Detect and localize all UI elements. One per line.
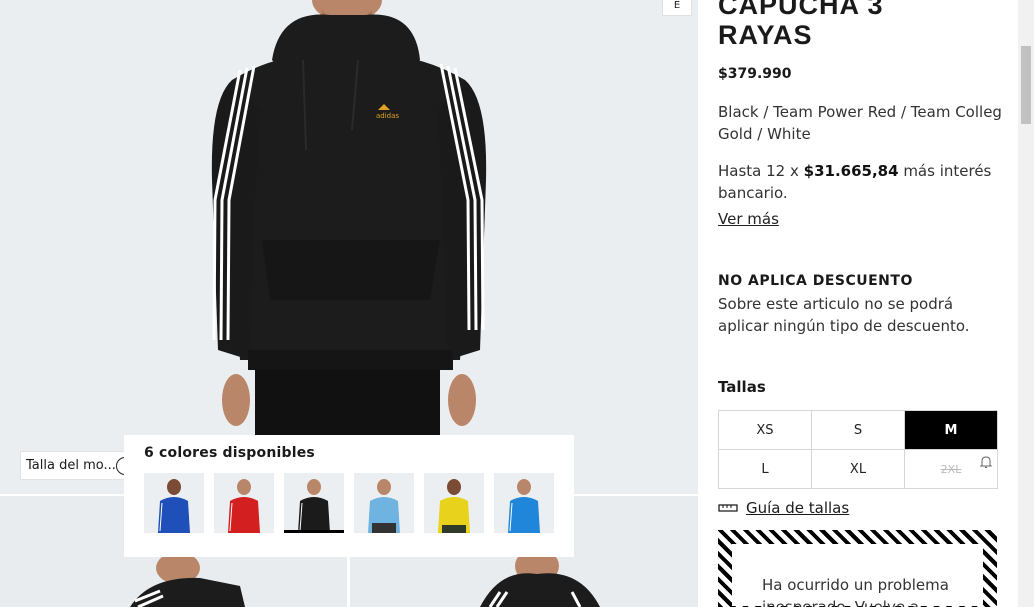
- size-option-l[interactable]: L: [719, 450, 812, 489]
- main-product-image[interactable]: adidas E Talla del mo...: [0, 0, 698, 494]
- size-grid: XS S M L XL 2XL: [718, 410, 998, 489]
- error-message: Ha ocurrido un problema inesperado. Vuel…: [732, 544, 983, 607]
- size-option-2xl-label: 2XL: [940, 462, 962, 476]
- size-option-m[interactable]: M: [905, 411, 998, 450]
- color-swatch-red[interactable]: [214, 473, 274, 533]
- installments-amount: $31.665,84: [803, 162, 899, 180]
- colors-title: 6 colores disponibles: [144, 445, 315, 461]
- size-option-xs[interactable]: XS: [719, 411, 812, 450]
- product-title: CAPUCHA 3 RAYAS: [718, 0, 884, 50]
- color-swatch-yellow[interactable]: [424, 473, 484, 533]
- ver-mas-link[interactable]: Ver más: [718, 210, 779, 228]
- hoodie-illustration: adidas: [211, 0, 487, 494]
- product-info-panel: CAPUCHA 3 RAYAS $379.990 Black / Team Po…: [698, 0, 1018, 607]
- no-discount-title: NO APLICA DESCUENTO: [718, 273, 913, 289]
- product-gallery: adidas E Talla del mo... 6 colores dispo…: [0, 0, 698, 607]
- product-title-line2: RAYAS: [718, 20, 813, 50]
- product-price: $379.990: [718, 66, 792, 82]
- size-guide-label: Guía de tallas: [746, 499, 850, 517]
- scrollbar-thumb[interactable]: [1021, 46, 1031, 124]
- image-tag[interactable]: E: [662, 0, 692, 16]
- ruler-icon: [718, 504, 738, 512]
- size-guide-link[interactable]: Guía de tallas: [718, 499, 849, 517]
- color-swatch-bright-blue[interactable]: [494, 473, 554, 533]
- model-size-button[interactable]: Talla del mo...: [20, 451, 136, 480]
- color-swatch-blue[interactable]: [144, 473, 204, 533]
- bell-icon: [979, 456, 993, 468]
- color-swatch-light-blue[interactable]: [354, 473, 414, 533]
- model-size-label: Talla del mo...: [26, 458, 116, 473]
- page-scrollbar[interactable]: [1018, 0, 1034, 607]
- svg-text:adidas: adidas: [376, 112, 399, 120]
- color-swatches: [144, 473, 554, 533]
- no-discount-text: Sobre este articulo no se podrá aplicar …: [718, 295, 970, 335]
- color-swatch-black[interactable]: [284, 473, 344, 533]
- size-option-2xl[interactable]: 2XL: [905, 450, 998, 489]
- size-option-s[interactable]: S: [812, 411, 905, 450]
- size-option-xl[interactable]: XL: [812, 450, 905, 489]
- color-description: Black / Team Power Red / Team Colleg Gol…: [718, 103, 1002, 143]
- installments-text: Hasta 12 x $31.665,84 más interés bancar…: [718, 160, 1008, 204]
- product-title-line1: CAPUCHA 3: [718, 0, 884, 20]
- sizes-label: Tallas: [718, 378, 766, 396]
- error-message-box: Ha ocurrido un problema inesperado. Vuel…: [718, 530, 997, 607]
- installments-prefix: Hasta 12 x: [718, 162, 804, 180]
- colors-popover: 6 colores disponibles: [124, 435, 574, 557]
